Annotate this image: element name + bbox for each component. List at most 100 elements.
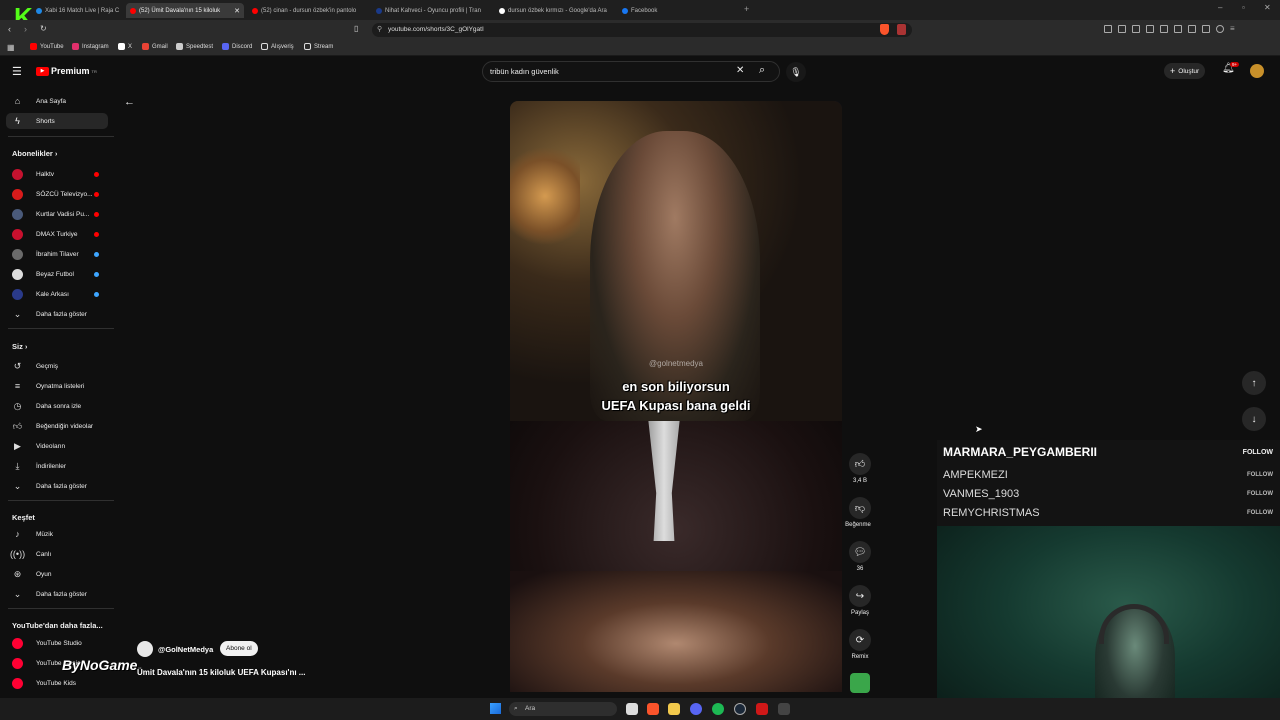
task-view-icon[interactable]	[626, 703, 638, 715]
channel-name[interactable]: @GolNetMedya	[158, 645, 213, 654]
taskbar-search[interactable]: ⌕ Ara	[509, 702, 617, 716]
brave-rewards-icon[interactable]	[897, 24, 906, 35]
you-show-more[interactable]: ⌄ Daha fazla göster	[0, 478, 108, 494]
menu-icon[interactable]: ≡	[1230, 25, 1238, 33]
sound-thumbnail[interactable]	[850, 673, 870, 693]
subscriptions-heading[interactable]: Abonelikler ›	[12, 149, 57, 158]
subscription-item[interactable]: DMAX Turkiye	[0, 226, 108, 242]
subscription-item[interactable]: İbrahim Tilaver	[0, 246, 108, 262]
bookmark-youtube[interactable]: YouTube	[30, 43, 64, 50]
forward-icon[interactable]: ›	[24, 24, 27, 34]
tab-1[interactable]: (52) Ümit Davala'nın 15 kiloluk ✕	[126, 3, 244, 18]
subscription-item[interactable]: Halktv	[0, 166, 108, 182]
sidebar-item-gaming[interactable]: ⊛ Oyun	[0, 566, 108, 582]
extension-icon[interactable]	[1160, 25, 1168, 33]
subscription-item[interactable]: SÖZCÜ Televizyo...	[0, 186, 108, 202]
chevron-down-icon: ⌄	[13, 308, 22, 319]
extension-icon[interactable]	[1132, 25, 1140, 33]
music-icon[interactable]	[1174, 25, 1182, 33]
bookmark-gmail[interactable]: Gmail	[142, 43, 168, 50]
explore-show-more[interactable]: ⌄ Daha fazla göster	[0, 586, 108, 602]
sidebar-item-shorts[interactable]: ϟ Shorts	[6, 113, 108, 129]
next-short-button[interactable]: ↓	[1242, 407, 1266, 431]
bookmark-speedtest[interactable]: Speedtest	[176, 43, 213, 50]
profile-icon[interactable]	[1216, 25, 1224, 33]
bookmark-x[interactable]: X	[118, 43, 132, 50]
new-tab-icon[interactable]: +	[744, 4, 749, 14]
channel-avatar[interactable]	[137, 641, 153, 657]
collapse-guide-icon[interactable]: ←	[124, 96, 135, 108]
sidebar-item-your-videos[interactable]: ▶ Videoların	[0, 438, 108, 454]
bookmark-icon[interactable]: ▯	[354, 24, 358, 33]
subscription-item[interactable]: Beyaz Futbol	[0, 266, 108, 282]
brave-shield-icon[interactable]	[880, 24, 889, 35]
avatar[interactable]	[1250, 64, 1264, 78]
clear-search-icon[interactable]: ✕	[736, 65, 744, 76]
tab-5[interactable]: Facebook	[622, 3, 732, 18]
app-icon[interactable]	[778, 703, 790, 715]
apps-icon[interactable]: ▦	[7, 43, 15, 52]
you-heading[interactable]: Siz ›	[12, 342, 27, 351]
extension-icon[interactable]	[1118, 25, 1126, 33]
tab-4[interactable]: dursun özbek kırmızı - Google'da Ara	[499, 3, 613, 18]
sidebar-item-playlists[interactable]: ≡ Oynatma listeleri	[0, 378, 108, 394]
sidebar-item-music[interactable]: ♪ Müzik	[0, 526, 108, 542]
youtube-logo[interactable]: ▶ Premium TR	[36, 66, 97, 76]
site-info-icon[interactable]: ⚲	[377, 23, 382, 37]
discord-icon[interactable]	[690, 703, 702, 715]
create-button[interactable]: + Oluştur	[1164, 63, 1206, 79]
dislike-button[interactable]: 👎︎ Beğenme	[845, 497, 872, 528]
remix-button[interactable]: ⟳ Remix	[848, 629, 872, 660]
sidebar-item-downloads[interactable]: ⤓ İndirilenler	[0, 458, 108, 474]
spotify-icon[interactable]	[712, 703, 724, 715]
sidebar-item-home[interactable]: ⌂ Ana Sayfa	[0, 93, 108, 109]
bookmark-instagram[interactable]: Instagram	[72, 43, 109, 50]
bookmark-folder-shopping[interactable]: Alışveriş	[261, 43, 294, 50]
hamburger-menu-icon[interactable]: ☰	[12, 65, 22, 78]
divider	[8, 500, 114, 501]
sidebar-item-liked[interactable]: 👍︎ Beğendiğin videolar	[0, 418, 108, 434]
subscriptions-show-more[interactable]: ⌄ Daha fazla göster	[0, 306, 108, 322]
wallet-icon[interactable]	[1202, 25, 1210, 33]
sidebar-item-history[interactable]: ↺ Geçmiş	[0, 358, 108, 374]
tab-0[interactable]: Xabi 16 Match Live | Raja C	[36, 3, 120, 18]
subscription-item[interactable]: Kurtlar Vadisi Pu...	[0, 206, 108, 222]
tab-2[interactable]: (52) cinan - dursun özbek'in pantolo	[252, 3, 364, 18]
share-button[interactable]: ↪ Paylaş	[848, 585, 872, 616]
bookmark-discord[interactable]: Discord	[222, 43, 252, 50]
sidebar-item-youtube-kids[interactable]: YouTube Kids	[0, 675, 108, 691]
stream-chat-overlay: MARMARA_PEYGAMBERII FOLLOW AMPEKMEZI FOLLO…	[937, 440, 1280, 526]
extension-icon[interactable]	[1104, 25, 1112, 33]
subscribe-button[interactable]: Abone ol	[220, 641, 258, 656]
close-window-icon[interactable]: ✕	[1264, 3, 1271, 12]
url-field[interactable]: ⚲ youtube.com/shorts/3C_gOlYgatI	[372, 23, 912, 37]
speedtest-icon	[176, 43, 183, 50]
maximize-icon[interactable]: ▫	[1242, 3, 1245, 12]
sidebar-item-watch-later[interactable]: ◷ Daha sonra izle	[0, 398, 108, 414]
tab-3[interactable]: Nihat Kahveci - Oyuncu profili | Tran	[376, 3, 488, 18]
subscription-item[interactable]: Kale Arkası	[0, 286, 108, 302]
comments-button[interactable]: 💬︎ 36	[848, 541, 872, 572]
sidebar-item-youtube-studio[interactable]: YouTube Studio	[0, 635, 108, 651]
short-video-player[interactable]: @golnetmedya en son biliyorsun UEFA Kupa…	[510, 101, 842, 692]
like-button[interactable]: 👍︎ 3,4 B	[848, 453, 872, 484]
mic-icon[interactable]: 🎙︎	[786, 62, 806, 82]
file-explorer-icon[interactable]	[668, 703, 680, 715]
sidebar-icon[interactable]	[1188, 25, 1196, 33]
history-icon: ↺	[13, 360, 22, 371]
start-icon[interactable]	[490, 703, 501, 714]
brave-icon[interactable]	[647, 703, 659, 715]
bookmark-folder-stream[interactable]: Stream	[304, 43, 333, 50]
headphones-figure	[1099, 604, 1169, 644]
sidebar-item-live[interactable]: ((•)) Canlı	[0, 546, 108, 562]
minimize-icon[interactable]: –	[1218, 3, 1222, 12]
reload-icon[interactable]: ↻	[40, 24, 47, 33]
previous-short-button[interactable]: ↑	[1242, 371, 1266, 395]
tab-close-icon[interactable]: ✕	[234, 7, 240, 15]
steam-icon[interactable]	[734, 703, 746, 715]
app-icon[interactable]	[756, 703, 768, 715]
search-icon[interactable]: ⌕	[759, 64, 765, 77]
youtube-play-icon: ▶	[36, 66, 49, 76]
download-icon[interactable]	[1146, 25, 1154, 33]
back-icon[interactable]: ‹	[8, 24, 11, 34]
